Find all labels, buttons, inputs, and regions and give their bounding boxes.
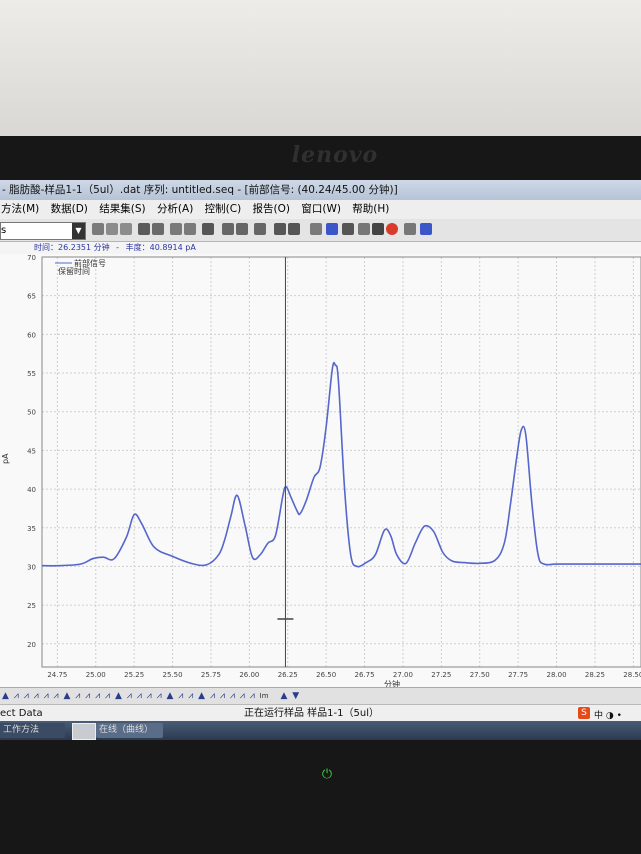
- stop-icon[interactable]: [386, 223, 398, 235]
- table-view-icon[interactable]: [288, 223, 300, 235]
- menu-method[interactable]: 方法(M): [1, 203, 39, 215]
- status-icon[interactable]: [404, 223, 416, 235]
- menu-resultset[interactable]: 结果集(S): [99, 203, 145, 215]
- ime-icon[interactable]: S: [578, 707, 590, 719]
- chromatogram-chart[interactable]: 20 25 30 35 40 45 50 55 60 65 70 24.75 25.00 25.25 25…: [0, 254, 641, 689]
- status-left: ect Data: [0, 708, 43, 719]
- menu-bar: 方法(M) 数据(D) 结果集(S) 分析(A) 控制(C) 报告(O) 窗口(…: [0, 200, 641, 219]
- cursor-sep: -: [116, 243, 120, 252]
- x-tick-label: 24.75: [47, 671, 67, 679]
- print-icon[interactable]: [222, 223, 234, 235]
- x-tick-label: 28.25: [585, 671, 605, 679]
- window-icon: [72, 723, 96, 740]
- peak-tools[interactable]: ▲ ⩘ ⩘ ⩘ ⩘ ⩘ ▲ ⩘ ⩘ ⩘ ⩘ ▲ ⩘ ⩘ ⩘ ⩘ ▲ ⩘ ⩘ ▲ …: [2, 691, 256, 701]
- lenovo-logo: lenovo: [291, 142, 379, 168]
- x-tick-label: 26.25: [278, 671, 298, 679]
- toolbar: s ▼: [0, 219, 641, 242]
- sequence-run-icon[interactable]: [342, 223, 354, 235]
- taskbar: 工作方法 在线（曲线）: [0, 721, 641, 740]
- cursor-info: 时间：26.2351 分钟 - 丰度：40.8914 pA: [0, 242, 641, 254]
- y-tick-label: 60: [27, 331, 36, 339]
- scroll-arrows[interactable]: ▲ ▼: [280, 691, 300, 701]
- x-tick-label: 26.75: [355, 671, 375, 679]
- method-combo[interactable]: s ▼: [0, 222, 86, 240]
- y-tick-label: 25: [27, 602, 36, 610]
- window-title: - 脂肪酸-样品1-1（5ul）.dat 序列: untitled.seq - …: [0, 180, 641, 200]
- x-tick-label: 28.50: [623, 671, 641, 679]
- preview-icon[interactable]: [236, 223, 248, 235]
- menu-analysis[interactable]: 分析(A): [157, 203, 193, 215]
- report-icon[interactable]: [202, 223, 214, 235]
- integrate-icon[interactable]: [170, 223, 182, 235]
- calibrate-icon[interactable]: [184, 223, 196, 235]
- status-bar: ect Data 正在运行样品 样品1-1（5ul） S 中 ◑ •: [0, 704, 641, 722]
- menu-help[interactable]: 帮助(H): [352, 203, 389, 215]
- y-tick-label: 20: [27, 641, 36, 649]
- cut-icon[interactable]: [92, 223, 104, 235]
- y-tick-label: 35: [27, 525, 36, 533]
- y-axis-label: pA: [1, 453, 10, 464]
- x-tick-label: 28.00: [547, 671, 567, 679]
- x-tick-label: 25.75: [201, 671, 221, 679]
- help-icon[interactable]: [420, 223, 432, 235]
- x-tick-label: 25.25: [124, 671, 144, 679]
- taskbar-item-online[interactable]: 在线（曲线）: [96, 723, 163, 738]
- menu-report[interactable]: 报告(O): [253, 203, 290, 215]
- status-running: 正在运行样品 样品1-1（5ul）: [244, 708, 379, 719]
- sequence-icon[interactable]: [152, 223, 164, 235]
- x-tick-label: 27.00: [393, 671, 413, 679]
- wall-background: [0, 0, 641, 140]
- menu-data[interactable]: 数据(D): [51, 203, 88, 215]
- copy-icon[interactable]: [106, 223, 118, 235]
- abort-icon[interactable]: [372, 223, 384, 235]
- instrument-icon[interactable]: [310, 223, 322, 235]
- menu-window[interactable]: 窗口(W): [301, 203, 341, 215]
- cursor-intensity-value: 40.8914 pA: [149, 243, 196, 252]
- plot-background: [0, 254, 641, 689]
- x-tick-label: 27.50: [470, 671, 490, 679]
- y-tick-label: 70: [27, 254, 36, 262]
- x-tick-label: 27.75: [508, 671, 528, 679]
- y-tick-label: 30: [27, 563, 36, 571]
- tool-im[interactable]: Im: [260, 692, 269, 700]
- y-tick-label: 45: [27, 447, 36, 455]
- monitor-screen: - 脂肪酸-样品1-1（5ul）.dat 序列: untitled.seq - …: [0, 180, 641, 740]
- cursor-time-label: 时间：: [34, 243, 58, 252]
- method-icon[interactable]: [138, 223, 150, 235]
- x-tick-label: 25.00: [86, 671, 106, 679]
- cursor-intensity-label: 丰度：: [125, 243, 150, 252]
- y-tick-label: 40: [27, 486, 36, 494]
- x-tick-label: 26.00: [239, 671, 259, 679]
- y-tick-label: 50: [27, 409, 36, 417]
- chart-view-icon[interactable]: [274, 223, 286, 235]
- run-icon[interactable]: [326, 223, 338, 235]
- x-tick-label: 25.50: [163, 671, 183, 679]
- x-tick-label: 26.50: [316, 671, 336, 679]
- x-tick-label: 27.25: [431, 671, 451, 679]
- pause-icon[interactable]: [358, 223, 370, 235]
- menu-control[interactable]: 控制(C): [205, 203, 242, 215]
- combo-value: s: [1, 225, 7, 236]
- y-tick-label: 55: [27, 370, 36, 378]
- cursor-time-value: 26.2351 分钟: [58, 243, 110, 252]
- export-icon[interactable]: [254, 223, 266, 235]
- peak-tool-strip[interactable]: ▲ ⩘ ⩘ ⩘ ⩘ ⩘ ▲ ⩘ ⩘ ⩘ ⩘ ▲ ⩘ ⩘ ⩘ ⩘ ▲ ⩘ ⩘ ▲ …: [0, 687, 641, 704]
- y-tick-label: 65: [27, 293, 36, 301]
- power-icon[interactable]: ⏻: [318, 766, 336, 784]
- taskbar-item-method[interactable]: 工作方法: [0, 723, 65, 738]
- legend-retention: 保留时间: [58, 266, 90, 276]
- paste-icon[interactable]: [120, 223, 132, 235]
- chevron-down-icon[interactable]: ▼: [72, 223, 85, 239]
